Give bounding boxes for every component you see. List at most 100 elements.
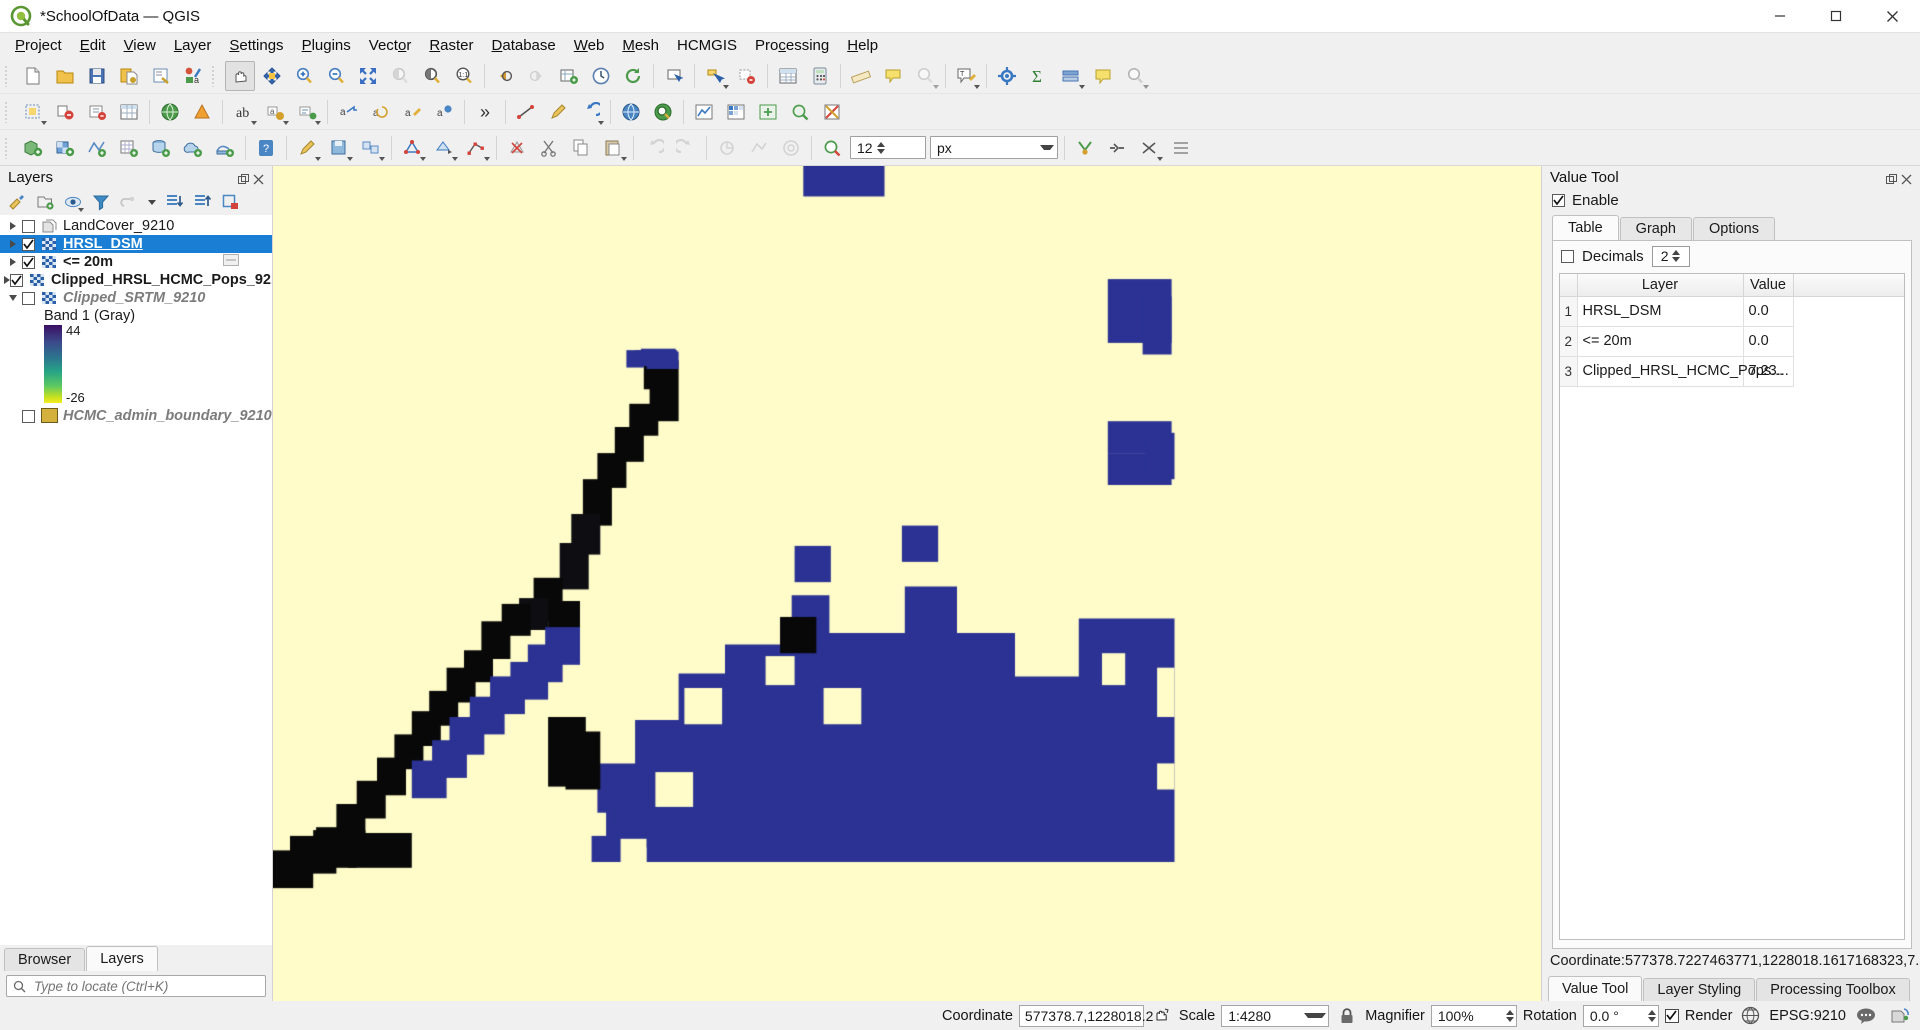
qconsolidate-icon[interactable] [753,97,783,127]
add-raster-layer-icon[interactable] [50,133,80,163]
enable-checkbox[interactable] [1552,193,1565,207]
collapse-all-icon[interactable] [192,191,214,213]
layer-edit-badge-icon[interactable] [223,254,239,270]
topology-icon[interactable] [1166,133,1196,163]
toolbar-grip[interactable] [5,63,14,89]
temporal-controller-icon[interactable] [1088,61,1118,91]
delete-selected-icon[interactable] [502,133,532,163]
field-calculator-icon[interactable] [805,61,835,91]
menu-layer[interactable]: Layer [165,34,221,57]
table-row[interactable]: 3 Clipped_HRSL_HCMC_Pops... 7.23... [1560,355,1904,387]
menu-processing[interactable]: Processing [746,34,838,57]
chevron-right-icon[interactable] [4,254,22,270]
sum-statistics-icon[interactable]: Σ [1024,61,1054,91]
rotation-spin-buttons[interactable] [1647,1009,1656,1022]
copy-features-icon[interactable] [566,133,596,163]
tab-value-tool[interactable]: Value Tool [1548,976,1643,1001]
tab-graph[interactable]: Graph [1619,217,1692,240]
menu-raster[interactable]: Raster [420,34,482,57]
snapping-options-icon[interactable] [1134,133,1164,163]
select-by-expression-icon[interactable] [50,97,80,127]
new-map-view-icon[interactable] [554,61,584,91]
snapping-icon[interactable] [1070,133,1100,163]
column-header-value[interactable]: Value [1742,274,1794,297]
save-project-icon[interactable] [82,61,112,91]
minimize-button[interactable] [1752,0,1808,33]
web-service-icon[interactable] [616,97,646,127]
maximize-button[interactable] [1808,0,1864,33]
add-postgis-icon[interactable] [146,133,176,163]
identify-features-icon[interactable] [659,61,689,91]
toolbar-grip-4[interactable] [5,135,14,161]
select-features-icon[interactable] [700,61,730,91]
raster-calculator-icon[interactable] [721,97,751,127]
open-attribute-table-2-icon[interactable] [114,97,144,127]
layer-row-hcmc-boundary[interactable]: HCMC_admin_boundary_9210 [0,407,272,425]
value-table-wrapper[interactable]: Layer Value 1 HRSL_DSM 0.0 2 <= 20m 0.0 … [1559,273,1905,940]
close-panel-icon[interactable] [1901,172,1912,184]
locator-box[interactable] [6,975,266,997]
log-messages-icon[interactable] [1886,1007,1914,1025]
remove-layer-icon[interactable] [220,191,242,213]
menu-help[interactable]: Help [838,34,887,57]
deselect-features-icon[interactable] [732,61,762,91]
open-project-icon[interactable] [50,61,80,91]
filter-legend-icon[interactable] [90,191,112,213]
chevron-right-icon[interactable] [4,236,22,252]
help-icon[interactable]: ? [251,133,281,163]
zoom-full-icon[interactable] [353,61,383,91]
add-spatialite-icon[interactable] [178,133,208,163]
move-label-icon[interactable]: a [333,97,363,127]
manage-map-themes-icon[interactable] [62,191,84,213]
layer-row-landcover[interactable]: LandCover_9210 [0,217,272,235]
font-size-spinner[interactable] [876,141,885,154]
globe-layer-icon[interactable] [155,97,185,127]
menu-edit[interactable]: Edit [71,34,115,57]
tab-browser[interactable]: Browser [4,948,86,971]
layer-visibility-checkbox[interactable] [22,291,35,305]
layer-visibility-checkbox[interactable] [22,255,35,269]
tab-table[interactable]: Table [1552,215,1619,240]
line-tool-icon[interactable] [511,97,541,127]
zoom-next-icon[interactable] [522,61,552,91]
menu-settings[interactable]: Settings [220,34,292,57]
render-checkbox[interactable] [1664,1008,1679,1023]
tab-processing-toolbox[interactable]: Processing Toolbox [1756,978,1910,1001]
menu-plugins[interactable]: Plugins [293,34,360,57]
globe-icon[interactable] [1738,1006,1763,1025]
menu-mesh[interactable]: Mesh [613,34,668,57]
add-feature-icon[interactable] [397,133,427,163]
pin-labels-icon[interactable]: a [260,97,290,127]
zoom-in-icon[interactable] [289,61,319,91]
menu-database[interactable]: Database [483,34,565,57]
decimals-spin-buttons[interactable] [1672,250,1681,262]
rotate-label-icon[interactable]: a [365,97,395,127]
tab-options[interactable]: Options [1692,217,1775,240]
new-bookmark-icon[interactable] [910,61,940,91]
close-button[interactable] [1864,0,1920,33]
layer-visibility-checkbox[interactable] [22,219,35,233]
layer-row-hrsl-dsm[interactable]: HRSL_DSM [0,235,272,253]
deselect-all-icon[interactable] [82,97,112,127]
scale-combo[interactable]: 1:4280 [1221,1004,1330,1027]
zoom-region-icon[interactable] [785,97,815,127]
cut-features-icon[interactable] [534,133,564,163]
zoom-to-selection-icon[interactable] [385,61,415,91]
move-feature-icon[interactable] [429,133,459,163]
menu-vector[interactable]: Vector [360,34,421,57]
pencil-tool-icon[interactable] [543,97,573,127]
style-manager-icon[interactable]: a [178,61,208,91]
show-map-tips-icon[interactable] [878,61,908,91]
table-row[interactable]: 2 <= 20m 0.0 [1560,325,1904,357]
change-label-prop-icon[interactable]: a [429,97,459,127]
undo-arrow-icon[interactable] [575,97,605,127]
decimals-spinner[interactable]: 2 [1651,245,1690,267]
add-group-icon[interactable] [34,191,56,213]
label-toggle-icon[interactable]: ab [228,97,258,127]
show-hide-labels-icon[interactable] [292,97,322,127]
map-canvas[interactable] [273,166,1541,1001]
units-combo[interactable]: px [930,136,1058,159]
pan-map-icon[interactable] [225,60,255,91]
layer-visibility-checkbox[interactable] [22,409,35,423]
paste-features-icon[interactable] [598,133,628,163]
